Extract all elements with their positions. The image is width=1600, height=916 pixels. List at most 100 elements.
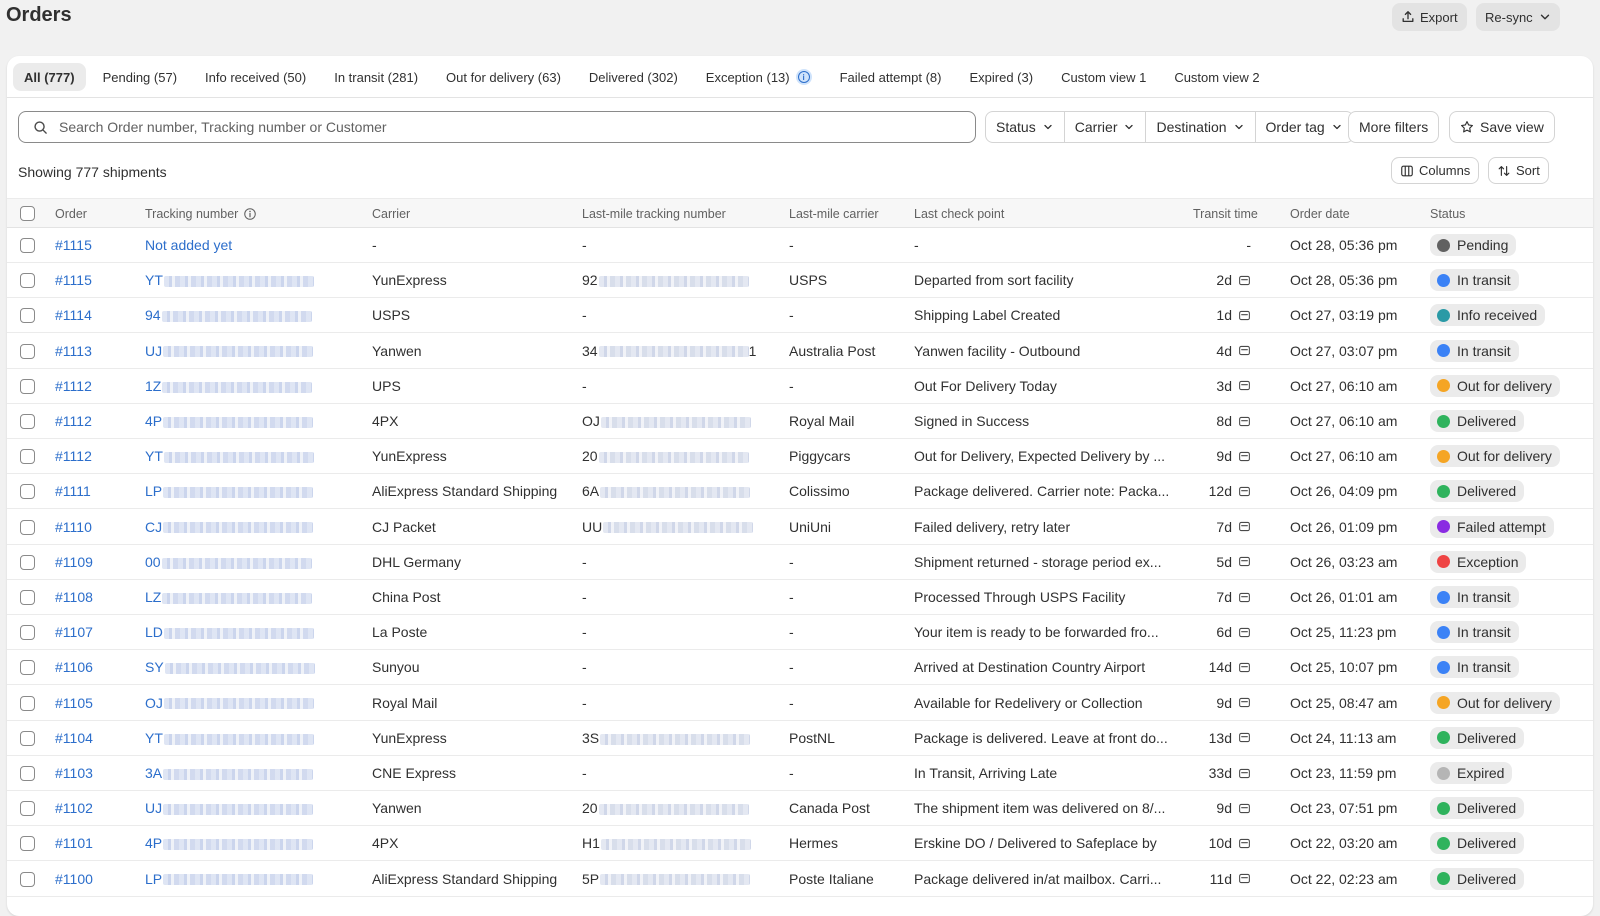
mail-icon[interactable] bbox=[1238, 767, 1251, 780]
table-row[interactable]: #1108 LZ China Post - - Processed Through USP… bbox=[7, 580, 1593, 615]
tracking-number[interactable]: 4P bbox=[145, 413, 314, 429]
order-link[interactable]: #1115 bbox=[55, 272, 92, 288]
table-row[interactable]: #1103 3A CNE Express - - In Transit, Arriving… bbox=[7, 756, 1593, 791]
columns-button[interactable]: Columns bbox=[1391, 157, 1480, 184]
select-all-checkbox[interactable] bbox=[20, 206, 35, 221]
table-row[interactable]: #1110 CJ CJ Packet UU UniUni Failed delivery,… bbox=[7, 510, 1593, 545]
tracking-number[interactable]: YT bbox=[145, 730, 314, 746]
table-row[interactable]: #1112 4P 4PX OJ Royal Mail Signed in Success 8… bbox=[7, 404, 1593, 439]
mail-icon[interactable] bbox=[1238, 309, 1251, 322]
tracking-number[interactable]: CJ bbox=[145, 519, 314, 535]
tracking-number[interactable]: LP bbox=[145, 483, 314, 499]
order-link[interactable]: #1101 bbox=[55, 835, 93, 851]
row-checkbox[interactable] bbox=[20, 730, 35, 746]
tracking-number[interactable]: 00 bbox=[145, 554, 312, 570]
tab-in-transit[interactable]: In transit (281) bbox=[323, 63, 429, 91]
tab-custom-view-1[interactable]: Custom view 1 bbox=[1050, 63, 1157, 91]
tracking-number[interactable]: YT bbox=[145, 272, 314, 288]
header-lastmile-carrier[interactable]: Last-mile carrier bbox=[789, 207, 879, 221]
row-checkbox[interactable] bbox=[20, 449, 35, 465]
table-row[interactable]: #1104 YT YunExpress 3S PostNL Package is deli… bbox=[7, 721, 1593, 756]
tab-delivered[interactable]: Delivered (302) bbox=[578, 63, 689, 91]
table-row[interactable]: #1115 Not added yet - - - - - Oct 28, 05:36 pm P… bbox=[7, 228, 1593, 263]
resync-button[interactable]: Re-sync bbox=[1476, 3, 1560, 31]
info-icon[interactable]: i bbox=[795, 69, 812, 85]
tracking-number[interactable]: YT bbox=[145, 448, 314, 464]
table-row[interactable]: #1101 4P 4PX H1 Hermes Erskine DO / Delivered… bbox=[7, 826, 1593, 862]
order-link[interactable]: #1115 bbox=[55, 237, 92, 253]
header-checkpoint[interactable]: Last check point bbox=[914, 207, 1004, 221]
row-checkbox[interactable] bbox=[20, 308, 35, 324]
mail-icon[interactable] bbox=[1238, 415, 1251, 428]
table-row[interactable]: #1106 SY Sunyou - - Arrived at Destination Co… bbox=[7, 650, 1593, 686]
row-checkbox[interactable] bbox=[20, 695, 35, 711]
mail-icon[interactable] bbox=[1238, 520, 1251, 533]
tab-custom-view-2[interactable]: Custom view 2 bbox=[1163, 63, 1270, 91]
tab-exception[interactable]: Exception (13) i bbox=[695, 63, 823, 91]
order-link[interactable]: #1112 bbox=[55, 448, 92, 464]
table-row[interactable]: #1105 OJ Royal Mail - - Available for Redeliv… bbox=[7, 686, 1593, 721]
row-checkbox[interactable] bbox=[20, 414, 35, 429]
tracking-number[interactable]: LD bbox=[145, 624, 314, 640]
mail-icon[interactable] bbox=[1238, 555, 1251, 568]
header-order-date[interactable]: Order date bbox=[1290, 207, 1350, 221]
table-row[interactable]: #1100 LP AliExpress Standard Shipping 5P Pos… bbox=[7, 862, 1593, 897]
tracking-number[interactable]: SY bbox=[145, 659, 315, 675]
order-link[interactable]: #1108 bbox=[55, 589, 93, 605]
tracking-number[interactable]: LZ bbox=[145, 589, 313, 605]
header-status[interactable]: Status bbox=[1430, 207, 1465, 221]
filter-status[interactable]: Status bbox=[986, 112, 1065, 142]
row-checkbox[interactable] bbox=[20, 590, 35, 605]
tracking-number[interactable]: OJ bbox=[145, 695, 314, 711]
row-checkbox[interactable] bbox=[20, 871, 35, 887]
tab-out-for-delivery[interactable]: Out for delivery (63) bbox=[435, 63, 572, 91]
tab-info-received[interactable]: Info received (50) bbox=[194, 63, 317, 91]
table-row[interactable]: #1112 YT YunExpress 20 Piggycars Out for Deli… bbox=[7, 439, 1593, 475]
info-icon[interactable] bbox=[243, 207, 257, 221]
tab-all[interactable]: All (777) bbox=[13, 63, 86, 91]
row-checkbox[interactable] bbox=[20, 836, 35, 852]
tracking-number[interactable]: 3A bbox=[145, 765, 314, 781]
header-transit-time[interactable]: Transit time bbox=[1193, 207, 1258, 221]
row-checkbox[interactable] bbox=[20, 519, 35, 535]
tab-expired[interactable]: Expired (3) bbox=[958, 63, 1044, 91]
tracking-number[interactable]: 1Z bbox=[145, 378, 313, 394]
row-checkbox[interactable] bbox=[20, 554, 35, 570]
mail-icon[interactable] bbox=[1238, 731, 1251, 744]
mail-icon[interactable] bbox=[1238, 661, 1251, 674]
mail-icon[interactable] bbox=[1238, 872, 1251, 885]
search-box[interactable] bbox=[18, 111, 976, 143]
order-link[interactable]: #1103 bbox=[55, 765, 93, 781]
mail-icon[interactable] bbox=[1238, 837, 1251, 850]
order-link[interactable]: #1114 bbox=[55, 307, 92, 323]
tab-pending[interactable]: Pending (57) bbox=[92, 63, 188, 91]
mail-icon[interactable] bbox=[1238, 696, 1251, 709]
order-link[interactable]: #1100 bbox=[55, 871, 93, 887]
mail-icon[interactable] bbox=[1238, 485, 1251, 498]
row-checkbox[interactable] bbox=[20, 625, 35, 641]
header-lastmile-tracking[interactable]: Last-mile tracking number bbox=[582, 207, 726, 221]
filter-destination[interactable]: Destination bbox=[1146, 112, 1256, 142]
order-link[interactable]: #1107 bbox=[55, 624, 93, 640]
table-row[interactable]: #1102 UJ Yanwen 20 Canada Post The shipment i… bbox=[7, 791, 1593, 827]
tab-failed-attempt[interactable]: Failed attempt (8) bbox=[829, 63, 953, 91]
order-link[interactable]: #1104 bbox=[55, 730, 93, 746]
order-link[interactable]: #1111 bbox=[55, 483, 91, 499]
tracking-number[interactable]: UJ bbox=[145, 800, 314, 816]
tracking-number[interactable]: 4P bbox=[145, 835, 314, 851]
row-checkbox[interactable] bbox=[20, 766, 35, 781]
order-link[interactable]: #1110 bbox=[55, 519, 92, 535]
tracking-number[interactable]: UJ bbox=[145, 343, 314, 359]
mail-icon[interactable] bbox=[1238, 591, 1251, 604]
row-checkbox[interactable] bbox=[20, 273, 35, 289]
order-link[interactable]: #1112 bbox=[55, 378, 92, 394]
tracking-number[interactable]: Not added yet bbox=[145, 237, 232, 253]
mail-icon[interactable] bbox=[1238, 274, 1251, 287]
mail-icon[interactable] bbox=[1238, 626, 1251, 639]
export-button[interactable]: Export bbox=[1392, 3, 1467, 31]
mail-icon[interactable] bbox=[1238, 344, 1251, 357]
table-row[interactable]: #1112 1Z UPS - - Out For Delivery Today 3d Oct … bbox=[7, 369, 1593, 404]
tracking-number[interactable]: LP bbox=[145, 871, 314, 887]
more-filters-button[interactable]: More filters bbox=[1348, 111, 1440, 143]
row-checkbox[interactable] bbox=[20, 238, 35, 253]
